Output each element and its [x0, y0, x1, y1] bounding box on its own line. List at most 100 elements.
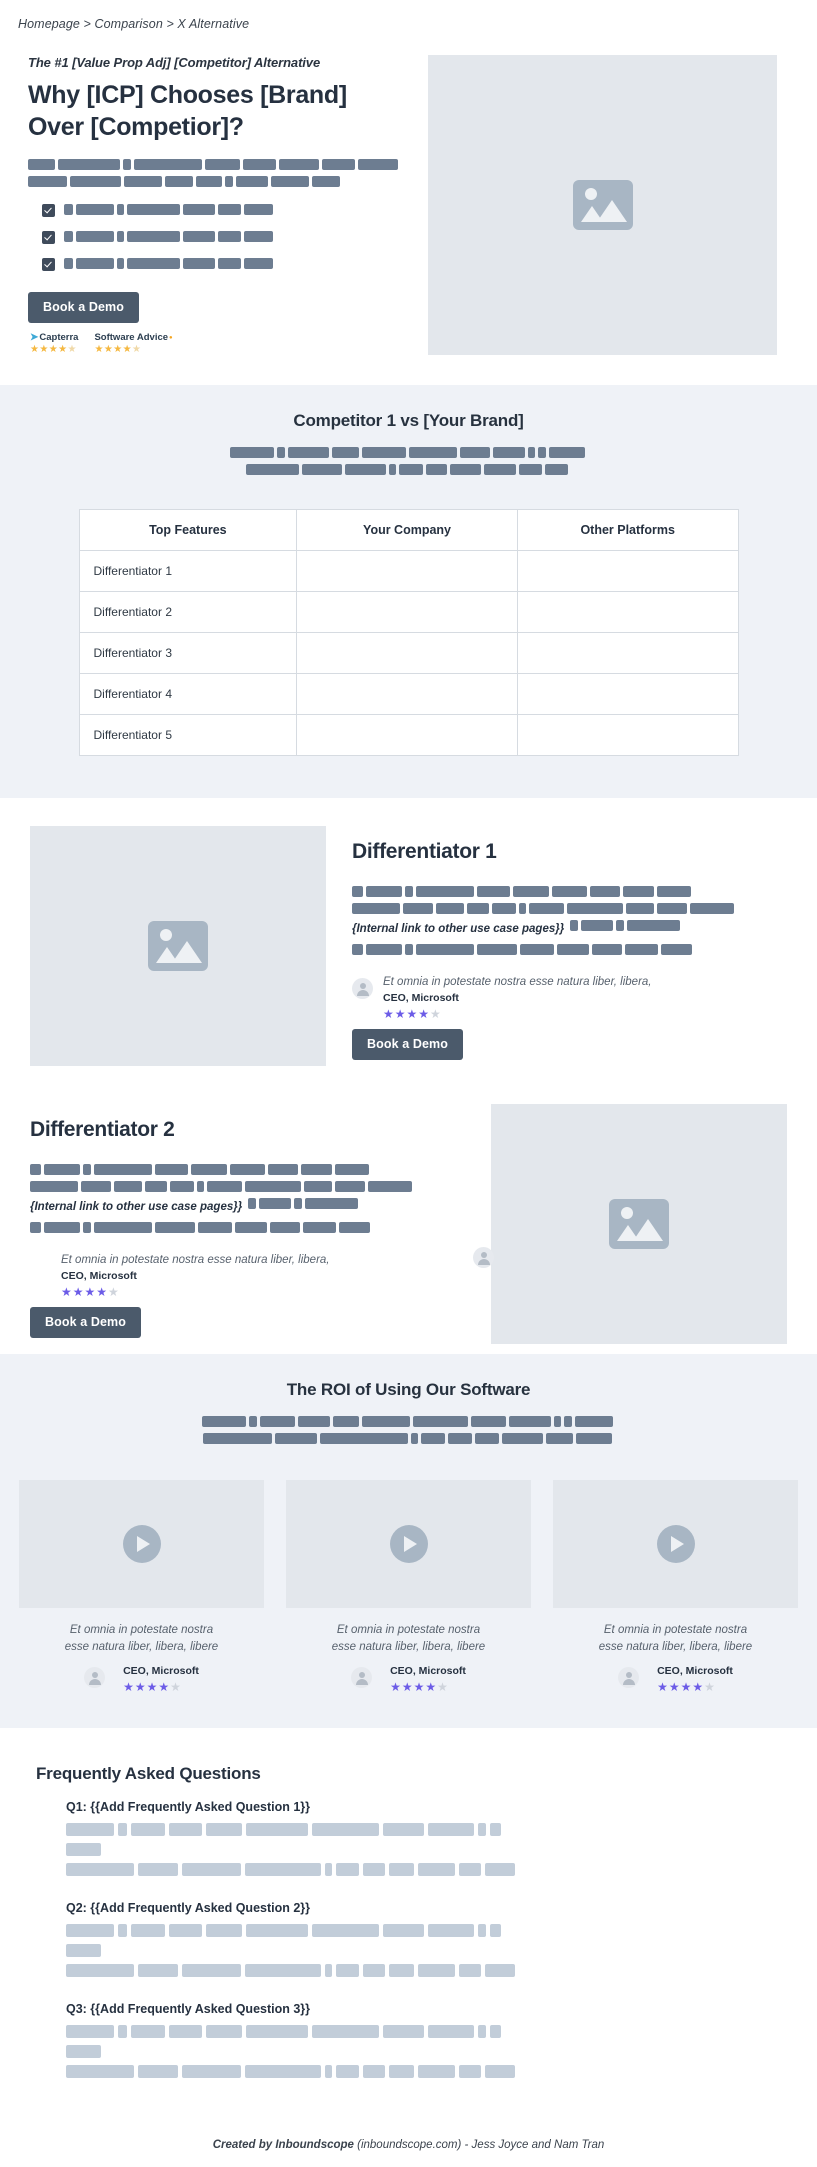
roi-role: CEO, Microsoft	[123, 1665, 199, 1678]
bullet-text-placeholder	[64, 230, 410, 248]
book-a-demo-button[interactable]: Book a Demo	[28, 292, 139, 323]
differentiator-2-media-wrap	[473, 1104, 787, 1344]
table-header-row: Top Features Your Company Other Platform…	[78, 509, 739, 551]
roi-title: The ROI of Using Our Software	[286, 1380, 531, 1399]
differentiator-1-paragraph-placeholder	[352, 886, 787, 920]
column-header-your-company: Your Company	[296, 509, 518, 551]
image-placeholder-icon	[609, 1199, 669, 1249]
faq-answer-placeholder	[66, 1924, 526, 1984]
roi-stars: ★★★★★	[657, 1680, 716, 1695]
badge-name-text: Software Advice	[94, 332, 169, 343]
faq-item[interactable]: Q2: {{Add Frequently Asked Question 2}}	[66, 1901, 817, 1984]
footer-credit: Created by Inboundscope (inboundscope.co…	[0, 2125, 817, 2167]
breadcrumb[interactable]: Homepage > Comparison > X Alternative	[0, 0, 817, 31]
badge-name-text: Capterra	[39, 332, 79, 343]
software-advice-label: Software Advice ●	[94, 332, 172, 343]
roi-attribution: CEO, Microsoft ★★★★★	[286, 1664, 531, 1694]
list-item	[42, 230, 410, 248]
avatar	[473, 1247, 494, 1268]
cell-your-company	[296, 591, 518, 633]
faq-item[interactable]: Q1: {{Add Frequently Asked Question 1}}	[66, 1800, 817, 1883]
footer-credit-suffix: (inboundscope.com) - Jess Joyce and Nam …	[353, 2139, 605, 2152]
book-a-demo-button[interactable]: Book a Demo	[30, 1306, 141, 1338]
headline-line-1: Why [ICP] Chooses [Brand]	[28, 81, 347, 109]
bullet-text-placeholder	[64, 257, 410, 275]
testimonial-role: CEO, Microsoft	[383, 991, 459, 1004]
footer-credit-prefix[interactable]: Created by Inboundscope	[213, 2139, 354, 2151]
cell-feature: Differentiator 4	[78, 673, 298, 715]
roi-card: Et omnia in potestate nostra esse natura…	[19, 1480, 264, 1694]
roi-card: Et omnia in potestate nostra esse natura…	[553, 1480, 798, 1694]
capterra-logo-icon: ➤	[30, 331, 39, 343]
faq-title: Frequently Asked Questions	[36, 1764, 261, 1784]
faq-question: Q2: {{Add Frequently Asked Question 2}}	[66, 1901, 311, 1916]
hero-eyebrow: The #1 [Value Prop Adj] [Competitor] Alt…	[28, 55, 321, 70]
check-icon	[42, 231, 55, 244]
cell-other-platforms	[516, 714, 739, 756]
differentiator-1-body: Differentiator 1 {Internal link to other…	[326, 826, 787, 1060]
avatar	[352, 978, 373, 999]
roi-quote-line-1: Et omnia in potestate nostra	[69, 1624, 214, 1636]
faq-question: Q3: {{Add Frequently Asked Question 3}}	[66, 2002, 311, 2017]
differentiator-2-body: Differentiator 2 {Internal link to other…	[30, 1104, 491, 1338]
image-placeholder-icon	[148, 921, 208, 971]
table-row: Differentiator 4	[78, 673, 739, 715]
comparison-subtext-placeholder	[174, 447, 644, 481]
book-a-demo-button[interactable]: Book a Demo	[352, 1028, 463, 1060]
cell-feature: Differentiator 3	[78, 632, 298, 674]
faq-answer-placeholder	[66, 2025, 526, 2085]
cell-other-platforms	[516, 632, 739, 674]
internal-link-text[interactable]: {Internal link to other use case pages}}	[352, 923, 564, 935]
hero-image-placeholder	[428, 55, 777, 355]
software-advice-logo-icon: ●	[169, 334, 173, 341]
comparison-title: Competitor 1 vs [Your Brand]	[293, 411, 524, 430]
differentiator-2-title: Differentiator 2	[30, 1118, 175, 1141]
video-placeholder[interactable]	[19, 1480, 264, 1608]
video-placeholder[interactable]	[553, 1480, 798, 1608]
roi-stars: ★★★★★	[123, 1680, 182, 1695]
roi-section: The ROI of Using Our Software Et omnia i…	[0, 1354, 817, 1729]
cell-your-company	[296, 632, 518, 674]
cell-your-company	[296, 714, 518, 756]
avatar	[84, 1667, 106, 1689]
hero-paragraph-placeholder	[28, 159, 410, 193]
roi-role: CEO, Microsoft	[657, 1665, 733, 1678]
headline-line-2: Over [Competior]?	[28, 113, 244, 141]
differentiator-1-section: Differentiator 1 {Internal link to other…	[0, 798, 817, 1076]
play-button-icon[interactable]	[389, 1525, 428, 1563]
table-row: Differentiator 2	[78, 591, 739, 633]
play-button-icon[interactable]	[122, 1525, 161, 1563]
differentiator-2-internal-link-row: {Internal link to other use case pages}}	[30, 1198, 469, 1215]
check-icon	[42, 204, 55, 217]
review-badges: ➤ Capterra ★★★★★ Software Advice ● ★★★★★	[28, 332, 410, 355]
hero-bullet-list	[42, 203, 410, 275]
roi-card: Et omnia in potestate nostra esse natura…	[286, 1480, 531, 1694]
badge-capterra[interactable]: ➤ Capterra ★★★★★	[30, 332, 78, 355]
internal-link-trailing-placeholder	[570, 920, 683, 937]
roi-role: CEO, Microsoft	[390, 1665, 466, 1678]
table-row: Differentiator 3	[78, 632, 739, 674]
comparison-table: Top Features Your Company Other Platform…	[78, 509, 739, 756]
column-header-top-features: Top Features	[78, 509, 298, 551]
internal-link-trailing-placeholder	[248, 1198, 361, 1215]
video-placeholder[interactable]	[286, 1480, 531, 1608]
roi-quote: Et omnia in potestate nostra esse natura…	[286, 1622, 531, 1655]
roi-stars: ★★★★★	[390, 1680, 449, 1695]
column-header-other-platforms: Other Platforms	[516, 509, 739, 551]
differentiator-2-testimonial: Et omnia in potestate nostra esse natura…	[30, 1253, 469, 1299]
differentiator-1-image-placeholder	[30, 826, 326, 1066]
differentiator-1-internal-link-row: {Internal link to other use case pages}}	[352, 920, 787, 937]
differentiator-2-paragraph-placeholder	[30, 1164, 469, 1198]
check-icon	[42, 258, 55, 271]
avatar	[351, 1667, 373, 1689]
badge-software-advice[interactable]: Software Advice ● ★★★★★	[94, 332, 172, 355]
roi-subtext-placeholder	[174, 1416, 644, 1450]
internal-link-text[interactable]: {Internal link to other use case pages}}	[30, 1201, 242, 1213]
testimonial-quote: Et omnia in potestate nostra esse natura…	[383, 976, 652, 988]
differentiator-1-paragraph2-placeholder	[352, 944, 787, 961]
differentiator-1-testimonial: Et omnia in potestate nostra esse natura…	[352, 975, 787, 1021]
cell-other-platforms	[516, 591, 739, 633]
play-button-icon[interactable]	[656, 1525, 695, 1563]
image-placeholder-icon	[572, 180, 633, 230]
faq-item[interactable]: Q3: {{Add Frequently Asked Question 3}}	[66, 2002, 817, 2085]
